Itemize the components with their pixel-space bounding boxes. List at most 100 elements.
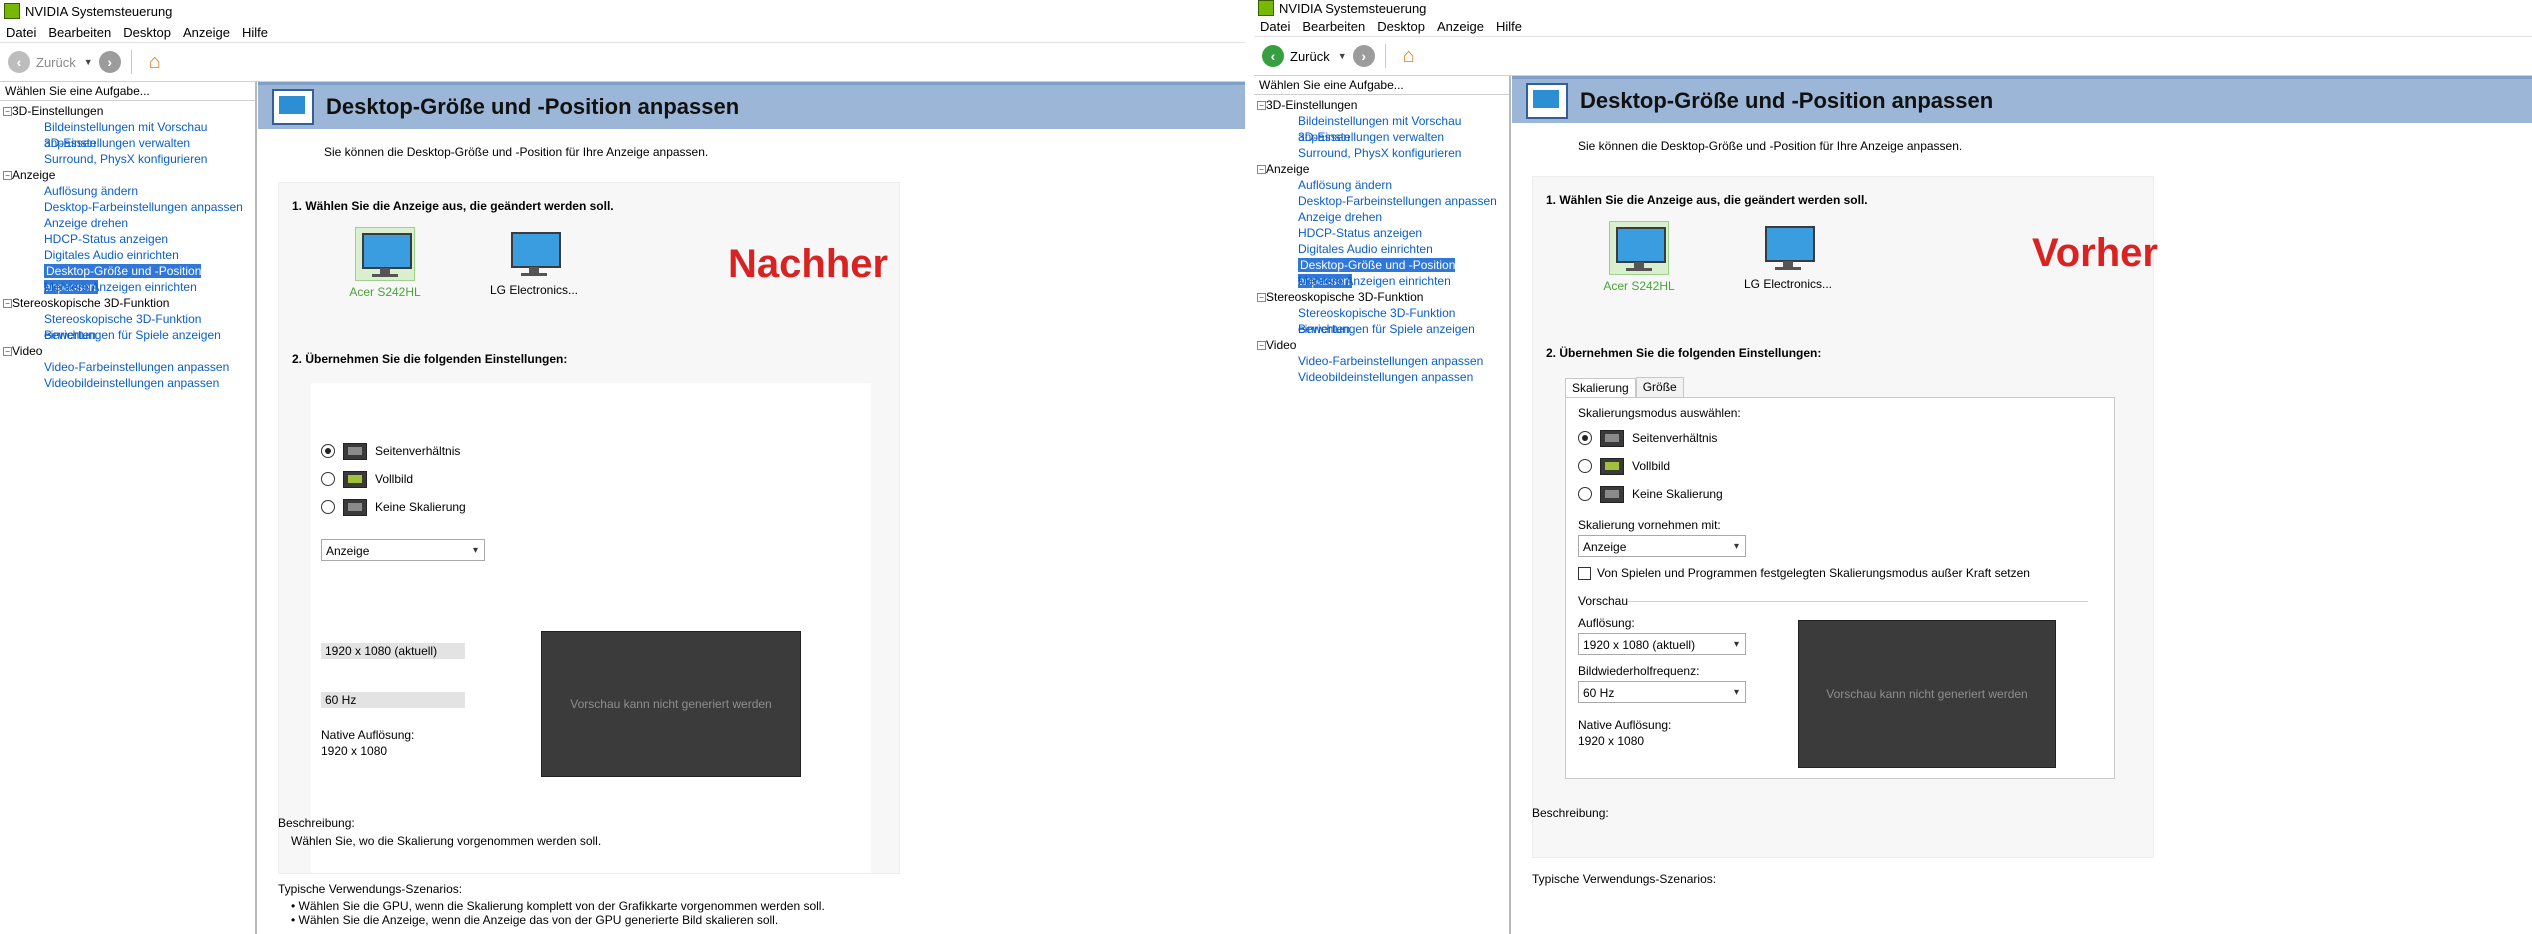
menu-datei[interactable]: Datei bbox=[1260, 19, 1290, 34]
collapse-icon[interactable]: − bbox=[3, 347, 12, 356]
task-item[interactable]: Mehrere Anzeigen einrichten bbox=[1254, 273, 1509, 289]
monitor-lg[interactable]: LG Electronics... bbox=[1733, 221, 1843, 291]
task-item[interactable]: Digitales Audio einrichten bbox=[1254, 241, 1509, 257]
back-dropdown-icon[interactable]: ▼ bbox=[1338, 51, 1347, 61]
radio-button[interactable] bbox=[321, 500, 335, 514]
option-vollbild[interactable]: Vollbild bbox=[1578, 452, 1723, 480]
collapse-icon[interactable]: − bbox=[3, 107, 12, 116]
task-item-selected[interactable]: Desktop-Größe und -Position anpassen bbox=[0, 263, 255, 294]
page-title: Desktop-Größe und -Position anpassen bbox=[1580, 88, 1994, 113]
task-item[interactable]: Videobildeinstellungen anpassen bbox=[0, 375, 255, 391]
task-item[interactable]: HDCP-Status anzeigen bbox=[0, 231, 255, 247]
radio-button[interactable] bbox=[321, 444, 335, 458]
back-button-label[interactable]: Zurück bbox=[36, 55, 76, 70]
menu-desktop[interactable]: Desktop bbox=[123, 25, 171, 40]
task-item[interactable]: Stereoskopische 3D-Funktion einrichten bbox=[1254, 305, 1509, 336]
task-item[interactable]: Video-Farbeinstellungen anpassen bbox=[1254, 353, 1509, 369]
category-stereo[interactable]: − Stereoskopische 3D-Funktion bbox=[1254, 289, 1509, 305]
back-arrow-icon[interactable]: ‹ bbox=[1262, 45, 1284, 67]
task-item[interactable]: Digitales Audio einrichten bbox=[0, 247, 255, 263]
task-item[interactable]: Surround, PhysX konfigurieren bbox=[0, 151, 255, 167]
page-banner: Desktop-Größe und -Position anpassen bbox=[1512, 76, 2532, 123]
tab-skalierung[interactable]: Skalierung bbox=[1565, 378, 1636, 398]
menu-anzeige[interactable]: Anzeige bbox=[183, 25, 230, 40]
category-anzeige[interactable]: − Anzeige bbox=[0, 167, 255, 183]
forward-arrow-icon[interactable]: › bbox=[98, 51, 121, 73]
radio-button[interactable] bbox=[1578, 459, 1592, 473]
task-item[interactable]: Stereoskopische 3D-Funktion einrichten bbox=[0, 311, 255, 342]
task-item[interactable]: Auflösung ändern bbox=[1254, 177, 1509, 193]
back-button-label[interactable]: Zurück bbox=[1290, 49, 1330, 64]
task-item[interactable]: Auflösung ändern bbox=[0, 183, 255, 199]
override-checkbox-row[interactable]: Von Spielen und Programmen festgelegten … bbox=[1578, 566, 2030, 580]
option-seitenverhaeltnis[interactable]: Seitenverhältnis bbox=[321, 437, 466, 465]
menu-bearbeiten[interactable]: Bearbeiten bbox=[1302, 19, 1365, 34]
scale-with-select[interactable]: Anzeige ▾ bbox=[1578, 535, 1746, 557]
scaling-panel: Seitenverhältnis Vollbild Keine Skalieru… bbox=[311, 383, 871, 873]
task-item[interactable]: Bildeinstellungen mit Vorschau anpassen bbox=[0, 119, 255, 150]
task-item[interactable]: Bewertungen für Spiele anzeigen bbox=[0, 327, 255, 343]
window-title: NVIDIA Systemsteuerung bbox=[25, 3, 173, 19]
preview-section-label: Vorschau bbox=[1578, 594, 1629, 608]
category-video[interactable]: − Video bbox=[0, 343, 255, 359]
back-dropdown-icon[interactable]: ▼ bbox=[84, 57, 93, 67]
task-item[interactable]: Anzeige drehen bbox=[1254, 209, 1509, 225]
task-item[interactable]: 3D-Einstellungen verwalten bbox=[1254, 129, 1509, 145]
home-icon[interactable]: ⌂ bbox=[142, 49, 168, 75]
menu-hilfe[interactable]: Hilfe bbox=[1496, 19, 1522, 34]
monitor-icon bbox=[1759, 221, 1817, 273]
option-vollbild[interactable]: Vollbild bbox=[321, 465, 466, 493]
collapse-icon[interactable]: − bbox=[1257, 165, 1266, 174]
task-item[interactable]: Bewertungen für Spiele anzeigen bbox=[1254, 321, 1509, 337]
description-heading: Beschreibung: bbox=[278, 816, 355, 830]
collapse-icon[interactable]: − bbox=[3, 299, 12, 308]
task-item[interactable]: Desktop-Farbeinstellungen anpassen bbox=[1254, 193, 1509, 209]
task-item[interactable]: Anzeige drehen bbox=[0, 215, 255, 231]
task-item[interactable]: Video-Farbeinstellungen anpassen bbox=[0, 359, 255, 375]
collapse-icon[interactable]: − bbox=[3, 171, 12, 180]
overlay-nachher: Nachher bbox=[728, 242, 889, 286]
option-seitenverhaeltnis[interactable]: Seitenverhältnis bbox=[1578, 424, 1723, 452]
resolution-select[interactable]: 1920 x 1080 (aktuell) ▾ bbox=[1578, 633, 1746, 655]
menu-hilfe[interactable]: Hilfe bbox=[242, 25, 268, 40]
category-video[interactable]: − Video bbox=[1254, 337, 1509, 353]
radio-button[interactable] bbox=[1578, 431, 1592, 445]
step2-heading: 2. Übernehmen Sie die folgenden Einstell… bbox=[292, 352, 568, 366]
menu-anzeige[interactable]: Anzeige bbox=[1437, 19, 1484, 34]
radio-button[interactable] bbox=[1578, 487, 1592, 501]
option-keine-skalierung[interactable]: Keine Skalierung bbox=[1578, 480, 1723, 508]
collapse-icon[interactable]: − bbox=[1257, 101, 1266, 110]
radio-button[interactable] bbox=[321, 472, 335, 486]
collapse-icon[interactable]: − bbox=[1257, 341, 1266, 350]
override-checkbox[interactable] bbox=[1578, 566, 1591, 580]
task-item[interactable]: HDCP-Status anzeigen bbox=[1254, 225, 1509, 241]
refresh-field[interactable]: 60 Hz bbox=[321, 692, 465, 708]
task-item[interactable]: 3D-Einstellungen verwalten bbox=[0, 135, 255, 151]
task-item[interactable]: Bildeinstellungen mit Vorschau anpassen bbox=[1254, 113, 1509, 144]
category-stereo[interactable]: − Stereoskopische 3D-Funktion bbox=[0, 295, 255, 311]
back-arrow-icon[interactable]: ‹ bbox=[8, 51, 30, 73]
preview-divider bbox=[1628, 601, 2088, 602]
task-item[interactable]: Surround, PhysX konfigurieren bbox=[1254, 145, 1509, 161]
task-item[interactable]: Videobildeinstellungen anpassen bbox=[1254, 369, 1509, 385]
monitor-lg[interactable]: LG Electronics... bbox=[479, 227, 589, 297]
scale-with-select[interactable]: Anzeige ▾ bbox=[321, 539, 485, 561]
menu-datei[interactable]: Datei bbox=[6, 25, 36, 40]
collapse-icon[interactable]: − bbox=[1257, 293, 1266, 302]
home-icon[interactable]: ⌂ bbox=[1396, 43, 1422, 69]
category-anzeige[interactable]: − Anzeige bbox=[1254, 161, 1509, 177]
task-item[interactable]: Desktop-Farbeinstellungen anpassen bbox=[0, 199, 255, 215]
task-item[interactable]: Mehrere Anzeigen einrichten bbox=[0, 279, 255, 295]
category-3d[interactable]: −3D-Einstellungen bbox=[0, 103, 255, 119]
category-3d[interactable]: −3D-Einstellungen bbox=[1254, 97, 1509, 113]
menu-desktop[interactable]: Desktop bbox=[1377, 19, 1425, 34]
task-item-selected[interactable]: Desktop-Größe und -Position anpassen bbox=[1254, 257, 1509, 288]
resolution-field[interactable]: 1920 x 1080 (aktuell) bbox=[321, 643, 465, 659]
tab-groesse[interactable]: Größe bbox=[1635, 377, 1684, 397]
monitor-acer[interactable]: Acer S242HL bbox=[349, 227, 421, 299]
forward-arrow-icon[interactable]: › bbox=[1352, 45, 1375, 67]
option-keine-skalierung[interactable]: Keine Skalierung bbox=[321, 493, 466, 521]
monitor-acer[interactable]: Acer S242HL bbox=[1603, 221, 1675, 293]
menu-bearbeiten[interactable]: Bearbeiten bbox=[48, 25, 111, 40]
refresh-select[interactable]: 60 Hz ▾ bbox=[1578, 681, 1746, 703]
